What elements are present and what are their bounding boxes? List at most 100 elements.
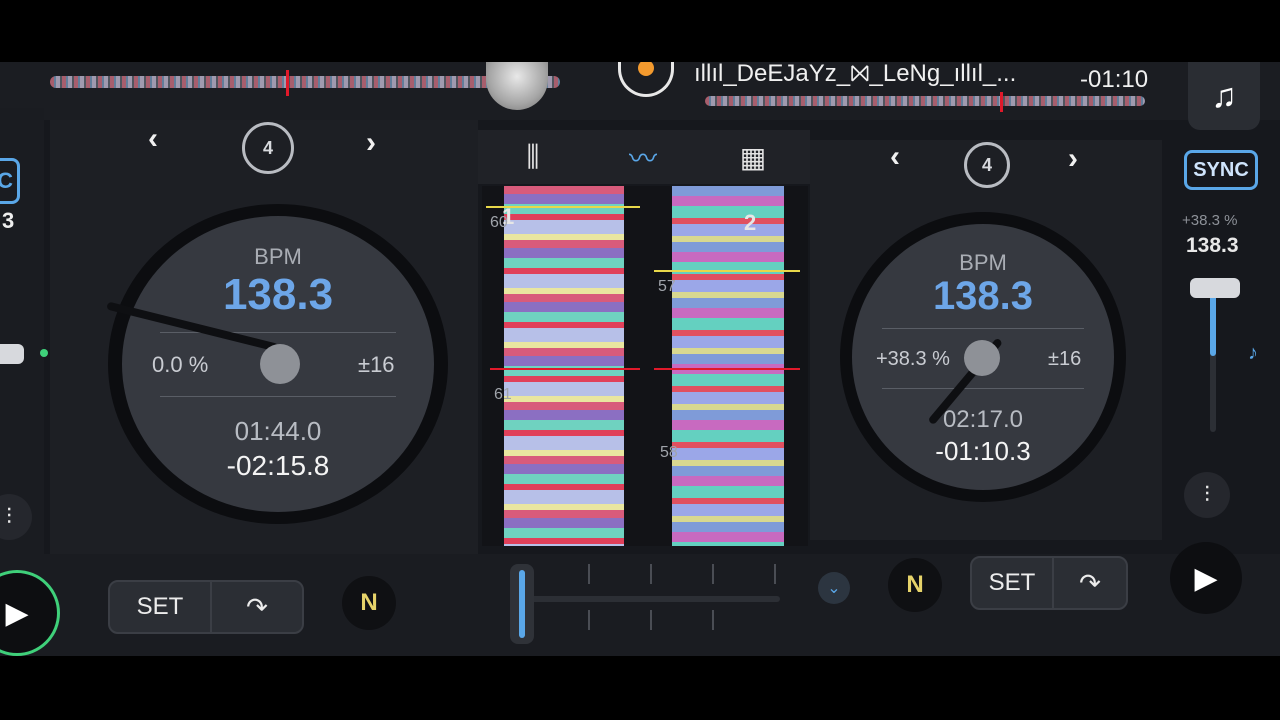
deck2-remaining-time: -01:10.3 xyxy=(935,436,1031,466)
deck1-playhead-line xyxy=(490,368,640,370)
crossfader-tick xyxy=(712,610,714,630)
deck1-neural-mix-button[interactable]: N xyxy=(342,576,396,630)
deck1-divider-bottom xyxy=(160,396,396,397)
deck1-bpm-value: 138.3 xyxy=(222,270,334,319)
deck2-elapsed-time: 02:17.0 xyxy=(942,406,1024,433)
deck2-pitch-percent-small: +38.3 % xyxy=(1182,212,1238,229)
deck2-sync-button[interactable]: SYNC xyxy=(1184,150,1258,190)
deck1-cue-jump-button[interactable]: ↷ xyxy=(212,582,302,632)
deck1-next-button[interactable]: › xyxy=(366,126,376,160)
deck2-bpm-value: 138.3 xyxy=(932,274,1034,318)
deck1-eq-button[interactable]: ⫶ xyxy=(0,494,32,540)
crossfader-tick xyxy=(588,564,590,584)
deck2-pitch-percent: +38.3 % xyxy=(876,348,950,370)
eq-sliders-icon: ⫶ xyxy=(6,504,12,529)
deck1-loop-beats: 4 xyxy=(262,137,273,158)
deck1-scrolling-waveform[interactable] xyxy=(504,186,624,546)
record-icon[interactable] xyxy=(618,62,674,97)
deck2-pitch-fader-fill xyxy=(1210,288,1216,356)
deck2-divider-top xyxy=(882,328,1084,329)
crossfader-tick xyxy=(650,610,652,630)
play-icon: ▶ xyxy=(1194,561,1218,595)
eq-sliders-icon: ⫶ xyxy=(1204,482,1210,507)
deck2-scrolling-waveform[interactable] xyxy=(672,186,784,546)
deck2-bpm-label: BPM xyxy=(959,250,1007,275)
deck2-cue-group: SET ↷ xyxy=(970,556,1128,610)
deck1-prev-button[interactable]: ‹ xyxy=(148,122,158,156)
crossfader-tick xyxy=(774,564,776,584)
deck1-pitch-fader-cap[interactable] xyxy=(0,344,24,364)
waveform-area[interactable]: 1 2 60 61 57 58 xyxy=(482,186,808,546)
deck1-pitch-percent: 0.0 % xyxy=(152,352,209,377)
tab-grid[interactable]: ▦ xyxy=(698,130,808,184)
deck2-playhead-line xyxy=(654,368,800,370)
deck2-next-button[interactable]: › xyxy=(1068,142,1078,176)
deck2-beat-label: 58 xyxy=(660,444,678,461)
deck1-platter-face: BPM 138.3 0.0 % ±16 01:44.0 -02:15.8 xyxy=(106,216,434,512)
deck2-neural-mix-button[interactable]: N xyxy=(888,558,942,612)
grid-icon: ▦ xyxy=(739,141,767,173)
curved-arrow-icon: ↷ xyxy=(1079,567,1101,598)
deck1-sync-button[interactable]: C xyxy=(0,158,20,204)
deck1-jog-knob[interactable] xyxy=(486,62,548,110)
deck2-beat-label: 57 xyxy=(658,278,676,295)
deck2-loop-beats: 4 xyxy=(981,154,992,175)
crossfader-tick xyxy=(712,564,714,584)
deck2-play-button[interactable]: ▶ xyxy=(1170,542,1242,614)
crossfader-tick xyxy=(650,564,652,584)
deck1-bpm-label: BPM xyxy=(254,244,302,269)
deck2-platter-hub xyxy=(964,340,1000,376)
deck-right: ‹ 4 › BPM 138.3 +38.3 % ±16 02:17.0 -01:… xyxy=(810,140,1162,540)
app-window: ıllıl_DeEJaYz_⨝_LeNg_ıllıl_... -01:10 ♫ … xyxy=(0,62,1280,656)
deck2-eq-button[interactable]: ⫶ xyxy=(1184,472,1230,518)
waveform-icon: 〰 xyxy=(628,143,657,174)
deck2-beat-marker xyxy=(654,270,800,272)
deck1-overview-playhead xyxy=(286,70,289,96)
crossfader-tick xyxy=(588,610,590,630)
deck2-sync-note-icon: ♪ xyxy=(1248,342,1258,364)
crossfader-track xyxy=(520,596,780,602)
deck2-waveform-label: 2 xyxy=(744,210,757,235)
deck1-cue-group: SET ↷ xyxy=(108,580,304,634)
deck1-remaining-time: -02:15.8 xyxy=(226,450,330,481)
deck2-platter-face: BPM 138.3 +38.3 % ±16 02:17.0 -01:10.3 xyxy=(852,224,1114,490)
deck2-prev-button[interactable]: ‹ xyxy=(890,140,900,174)
deck2-pitch-range: ±16 xyxy=(1048,348,1082,370)
deck1-pitch-range: ±16 xyxy=(358,352,395,377)
music-note-icon: ♫ xyxy=(1211,76,1237,115)
deck-left: ‹ 4 › BPM 138.3 0.0 % ±16 01:44.0 -02:15… xyxy=(50,120,478,558)
deck2-overview-waveform[interactable] xyxy=(705,96,1145,106)
track-title: ıllıl_DeEJaYz_⨝_LeNg_ıllıl_... xyxy=(694,62,1017,87)
deck2-set-cue-button[interactable]: SET xyxy=(972,558,1054,608)
crossfader-options-button[interactable]: ⌄ xyxy=(818,572,850,604)
tab-mixer[interactable]: ⫼ xyxy=(478,130,588,184)
deck1-beat-label: 61 xyxy=(494,386,512,403)
deck1-beat-label: 60 xyxy=(490,214,508,231)
deck2-cue-jump-button[interactable]: ↷ xyxy=(1054,558,1126,608)
deck2-pitch-bpm-small: 138.3 xyxy=(1186,234,1239,257)
tab-waveform[interactable]: 〰 xyxy=(588,130,698,184)
deck1-beat-marker xyxy=(486,206,640,208)
chevron-down-icon: ⌄ xyxy=(827,580,841,597)
deck1-elapsed-time: 01:44.0 xyxy=(234,416,322,446)
deck2-overview-playhead xyxy=(1000,92,1003,112)
deck1-set-cue-button[interactable]: SET xyxy=(110,582,212,632)
deck1-edge-bpm-digit: 3 xyxy=(2,208,15,233)
play-icon: ▶ xyxy=(5,596,29,630)
center-view-tabs: ⫼ 〰 ▦ xyxy=(478,130,810,184)
deck2-divider-bottom xyxy=(882,388,1084,389)
deck1-platter-hub xyxy=(260,344,300,384)
deck1-loop-button[interactable]: 4 xyxy=(242,122,294,174)
deck1-overview-waveform[interactable] xyxy=(50,76,560,88)
deck2-platter[interactable]: BPM 138.3 +38.3 % ±16 02:17.0 -01:10.3 xyxy=(840,212,1126,502)
deck2-loop-button[interactable]: 4 xyxy=(964,142,1010,188)
mixer-icon: ⫼ xyxy=(526,140,540,172)
deck1-platter[interactable]: BPM 138.3 0.0 % ±16 01:44.0 -02:15.8 xyxy=(106,204,448,524)
left-edge-panel: C 3 ⫶ xyxy=(0,108,48,578)
crossfader-cap[interactable] xyxy=(510,564,534,644)
crossfader[interactable] xyxy=(496,564,790,644)
curved-arrow-icon: ↷ xyxy=(246,591,268,622)
deck1-status-dot xyxy=(40,349,48,357)
deck2-pitch-fader-cap[interactable] xyxy=(1190,278,1240,298)
music-library-button[interactable]: ♫ xyxy=(1188,62,1260,130)
